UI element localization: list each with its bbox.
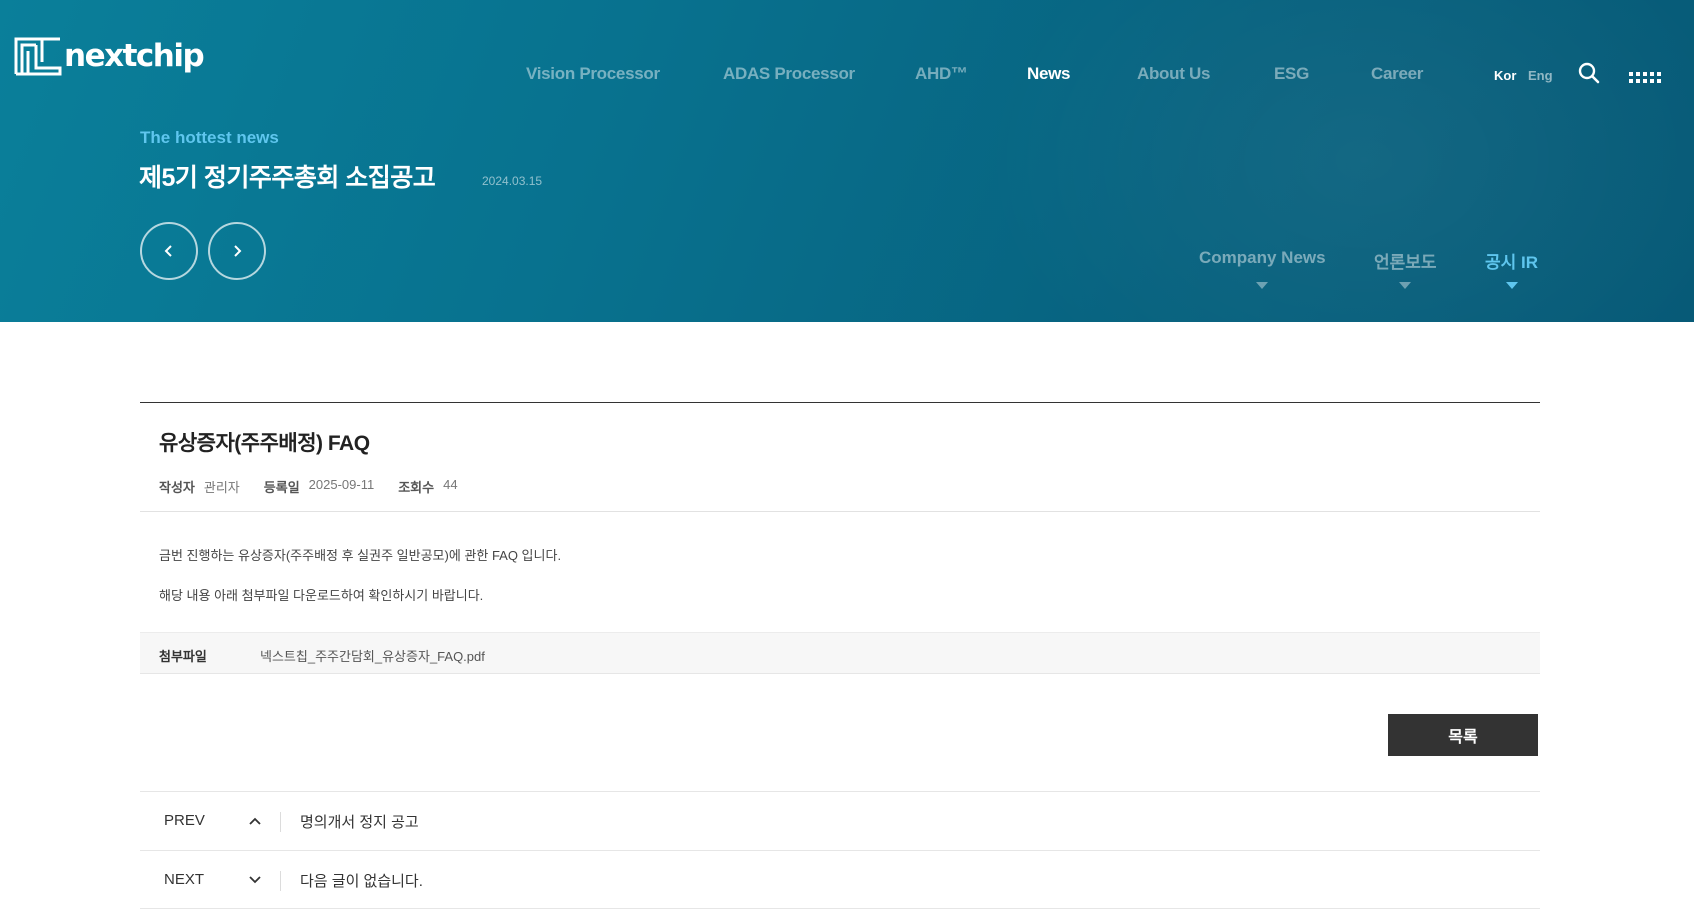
hottest-news-label: The hottest news xyxy=(140,128,279,147)
caret-down-icon xyxy=(1505,282,1518,289)
tab-company-news-label: Company News xyxy=(1199,248,1326,267)
search-icon[interactable] xyxy=(1578,62,1600,84)
nav-adas-processor[interactable]: ADAS Processor xyxy=(723,64,855,84)
nav-separator xyxy=(280,812,281,832)
nav-news[interactable]: News xyxy=(1027,64,1071,84)
attachment-row: 첨부파일 넥스트칩_주주간담회_유상증자_FAQ.pdf xyxy=(140,632,1540,674)
post-meta: 작성자 관리자 등록일 2025-09-11 조회수 44 xyxy=(159,477,482,496)
post-body-line: 금번 진행하는 유상증자(주주배정 후 실권주 일반공모)에 관한 FAQ 입니… xyxy=(159,548,562,563)
tab-ir[interactable]: 공시 IR xyxy=(1485,248,1539,289)
post-title: 유상증자(주주배정) FAQ xyxy=(159,432,370,455)
post-body-line: 해당 내용 아래 첨부파일 다운로드하여 확인하시기 바랍니다. xyxy=(159,588,484,603)
hero-banner: nextchip Vision Processor ADAS Processor… xyxy=(0,0,1694,322)
global-nav: Vision Processor ADAS Processor AHD™ New… xyxy=(0,64,1694,88)
next-post-title: 다음 글이 없습니다. xyxy=(300,873,423,890)
tab-press-label: 언론보도 xyxy=(1374,253,1437,272)
lang-kor[interactable]: Kor xyxy=(1494,68,1516,83)
lang-eng[interactable]: Eng xyxy=(1528,68,1553,83)
nav-about-us[interactable]: About Us xyxy=(1137,64,1210,84)
views-value: 44 xyxy=(443,477,458,492)
author-label: 작성자 xyxy=(159,480,195,495)
post-detail: 유상증자(주주배정) FAQ 작성자 관리자 등록일 2025-09-11 조회… xyxy=(140,402,1540,909)
divider xyxy=(140,511,1540,512)
chevron-down-icon xyxy=(249,876,261,884)
list-button[interactable]: 목록 xyxy=(1388,714,1538,756)
nav-vision-processor[interactable]: Vision Processor xyxy=(526,64,660,84)
caret-down-icon xyxy=(1256,282,1269,289)
nav-separator xyxy=(280,871,281,891)
chevron-right-icon xyxy=(234,245,242,257)
tab-company-news[interactable]: Company News xyxy=(1199,248,1326,289)
tab-ir-label: 공시 IR xyxy=(1485,253,1539,272)
views-label: 조회수 xyxy=(398,480,435,495)
hero-next-button[interactable] xyxy=(208,222,266,280)
prev-post-row[interactable]: PREV 명의개서 정지 공고 xyxy=(140,791,1540,850)
hero-prev-button[interactable] xyxy=(140,222,198,280)
attachment-label: 첨부파일 xyxy=(159,649,207,664)
nav-ahd[interactable]: AHD™ xyxy=(915,64,968,84)
nav-career[interactable]: Career xyxy=(1371,64,1423,84)
attachment-file-link[interactable]: 넥스트칩_주주간담회_유상증자_FAQ.pdf xyxy=(260,646,485,665)
next-label: NEXT xyxy=(164,871,205,888)
hottest-news-title[interactable]: 제5기 정기주주총회 소집공고 xyxy=(139,158,436,194)
prev-post-title[interactable]: 명의개서 정지 공고 xyxy=(300,811,419,832)
next-post-row[interactable]: NEXT 다음 글이 없습니다. xyxy=(140,850,1540,909)
chevron-left-icon xyxy=(164,245,172,257)
grid-menu-icon[interactable] xyxy=(1628,70,1662,84)
prev-label: PREV xyxy=(164,812,205,829)
hottest-news-date: 2024.03.15 xyxy=(482,174,543,188)
caret-down-icon xyxy=(1399,282,1412,289)
date-value: 2025-09-11 xyxy=(308,477,375,492)
author-value: 관리자 xyxy=(203,480,240,495)
tab-press[interactable]: 언론보도 xyxy=(1374,248,1437,289)
date-label: 등록일 xyxy=(263,480,300,495)
nav-esg[interactable]: ESG xyxy=(1274,64,1309,84)
chevron-up-icon xyxy=(249,817,261,825)
